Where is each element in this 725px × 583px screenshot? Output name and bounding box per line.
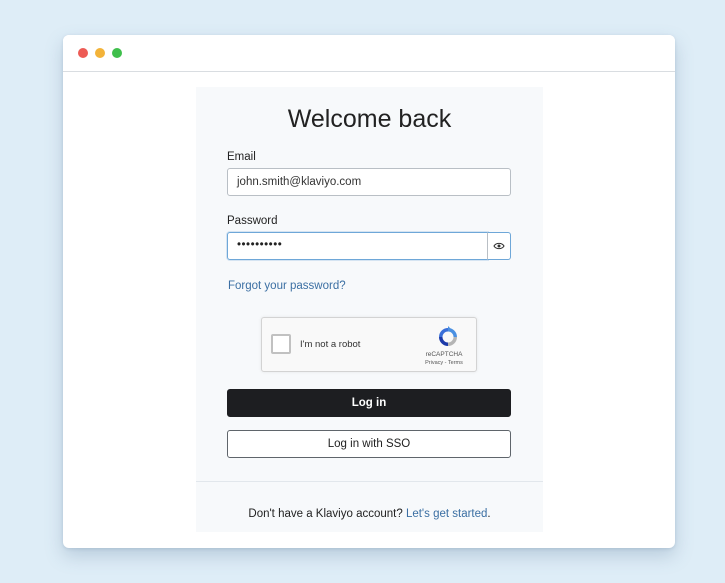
recaptcha-brand: reCAPTCHA xyxy=(425,351,463,358)
close-window-dot[interactable] xyxy=(78,48,88,58)
recaptcha-terms-link[interactable]: Privacy - Terms xyxy=(418,360,470,366)
login-sso-button[interactable]: Log in with SSO xyxy=(227,430,511,458)
email-field[interactable]: john.smith@klaviyo.com xyxy=(227,168,511,196)
show-password-button[interactable] xyxy=(487,232,511,260)
signup-prompt: Don't have a Klaviyo account? Let's get … xyxy=(196,508,543,520)
panel-divider xyxy=(196,481,543,482)
email-label: Email xyxy=(227,151,256,163)
password-field[interactable]: •••••••••• xyxy=(227,232,488,260)
password-label: Password xyxy=(227,215,278,227)
eye-icon xyxy=(493,242,505,250)
login-button[interactable]: Log in xyxy=(227,389,511,417)
signup-link[interactable]: Let's get started xyxy=(406,508,487,520)
recaptcha-checkbox[interactable] xyxy=(271,334,291,354)
signup-text: Don't have a Klaviyo account? xyxy=(248,508,406,520)
forgot-password-link[interactable]: Forgot your password? xyxy=(228,280,346,292)
signup-suffix: . xyxy=(487,508,491,520)
page-title: Welcome back xyxy=(287,105,452,133)
maximize-window-dot[interactable] xyxy=(112,48,122,58)
recaptcha-widget: I'm not a robot reCAPTCHA Privacy - Term… xyxy=(261,317,477,372)
recaptcha-label: I'm not a robot xyxy=(300,339,361,350)
login-panel: Welcome back Email john.smith@klaviyo.co… xyxy=(196,87,543,532)
minimize-window-dot[interactable] xyxy=(95,48,105,58)
recaptcha-logo-icon xyxy=(439,326,457,346)
window-titlebar xyxy=(63,35,675,72)
browser-window: Welcome back Email john.smith@klaviyo.co… xyxy=(63,35,675,548)
